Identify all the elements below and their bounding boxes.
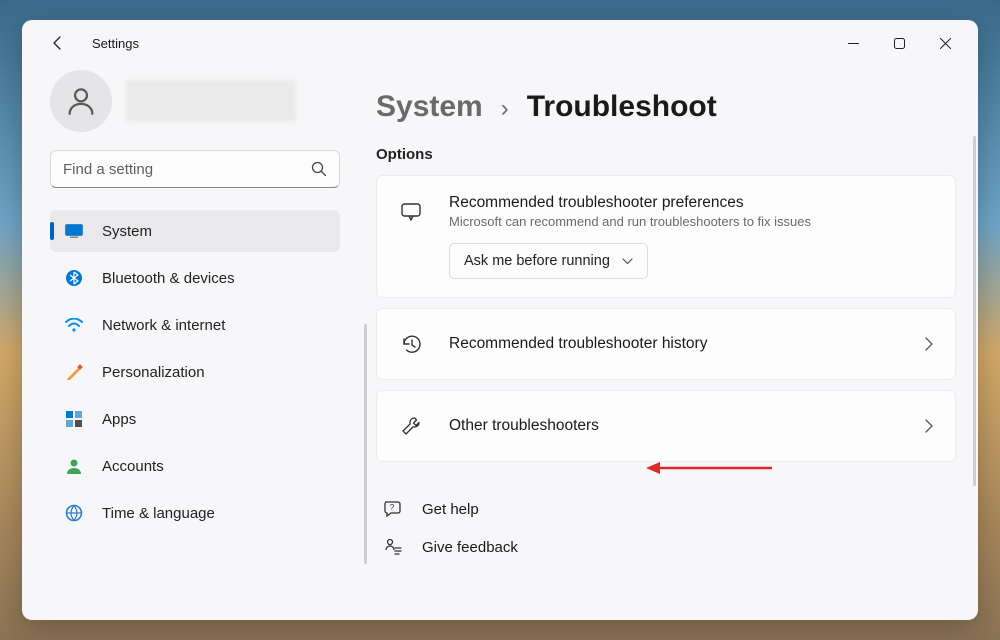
feedback-bubble-icon — [399, 200, 423, 224]
profile-name-blurred — [126, 80, 296, 122]
sidebar-item-apps[interactable]: Apps — [50, 398, 340, 440]
sidebar-item-network[interactable]: Network & internet — [50, 304, 340, 346]
sidebar-item-personalization[interactable]: Personalization — [50, 351, 340, 393]
maximize-button[interactable] — [876, 23, 922, 63]
apps-icon — [64, 409, 84, 429]
sidebar-item-accounts[interactable]: Accounts — [50, 445, 340, 487]
pref-dropdown[interactable]: Ask me before running — [449, 243, 648, 279]
nav-list: System Bluetooth & devices Network & int… — [50, 210, 340, 539]
sidebar-item-system[interactable]: System — [50, 210, 340, 252]
close-button[interactable] — [922, 23, 968, 63]
pref-dropdown-value: Ask me before running — [464, 253, 610, 269]
minimize-button[interactable] — [830, 23, 876, 63]
back-button[interactable] — [42, 27, 74, 59]
search-box[interactable] — [50, 150, 340, 188]
settings-window: Settings System — [22, 20, 978, 620]
wrench-icon — [399, 414, 423, 438]
avatar — [50, 70, 112, 132]
main-scrollbar[interactable] — [973, 136, 976, 486]
main-content: System › Troubleshoot Options Recommende… — [358, 66, 978, 620]
section-heading: Options — [376, 146, 956, 163]
sidebar-item-label: Time & language — [102, 505, 215, 522]
breadcrumb-parent[interactable]: System — [376, 90, 483, 124]
chevron-down-icon — [622, 258, 633, 265]
other-troubleshooters-card[interactable]: Other troubleshooters — [376, 390, 956, 462]
system-icon — [64, 221, 84, 241]
sidebar: System Bluetooth & devices Network & int… — [22, 66, 358, 620]
titlebar: Settings — [22, 20, 978, 66]
chevron-right-icon — [925, 419, 933, 433]
feedback-icon — [382, 536, 404, 558]
sidebar-item-label: Network & internet — [102, 317, 225, 334]
history-card[interactable]: Recommended troubleshooter history — [376, 308, 956, 380]
search-input[interactable] — [63, 161, 311, 178]
pref-title: Recommended troubleshooter preferences — [449, 194, 933, 212]
profile-block[interactable] — [50, 70, 340, 132]
sidebar-item-label: Apps — [102, 411, 136, 428]
accounts-icon — [64, 456, 84, 476]
chevron-right-icon: › — [501, 95, 509, 123]
give-feedback-label: Give feedback — [422, 539, 518, 556]
pref-subtitle: Microsoft can recommend and run troubles… — [449, 214, 933, 229]
help-icon: ? — [382, 498, 404, 520]
search-icon — [311, 161, 327, 177]
sidebar-item-time-language[interactable]: Time & language — [50, 492, 340, 534]
sidebar-item-label: System — [102, 223, 152, 240]
personalization-icon — [64, 362, 84, 382]
give-feedback-link[interactable]: Give feedback — [376, 528, 956, 566]
svg-text:?: ? — [390, 503, 395, 512]
history-icon — [399, 332, 423, 356]
window-controls — [830, 23, 968, 63]
get-help-label: Get help — [422, 501, 479, 518]
sidebar-item-label: Bluetooth & devices — [102, 270, 235, 287]
preferences-card: Recommended troubleshooter preferences M… — [376, 175, 956, 298]
bluetooth-icon — [64, 268, 84, 288]
sidebar-item-bluetooth[interactable]: Bluetooth & devices — [50, 257, 340, 299]
sidebar-item-label: Personalization — [102, 364, 205, 381]
history-title: Recommended troubleshooter history — [449, 335, 925, 353]
other-title: Other troubleshooters — [449, 417, 925, 435]
breadcrumb: System › Troubleshoot — [376, 90, 956, 124]
wifi-icon — [64, 315, 84, 335]
breadcrumb-current: Troubleshoot — [527, 90, 717, 124]
app-title: Settings — [92, 36, 139, 51]
chevron-right-icon — [925, 337, 933, 351]
sidebar-item-label: Accounts — [102, 458, 164, 475]
selection-indicator — [50, 222, 54, 240]
time-language-icon — [64, 503, 84, 523]
get-help-link[interactable]: ? Get help — [376, 490, 956, 528]
